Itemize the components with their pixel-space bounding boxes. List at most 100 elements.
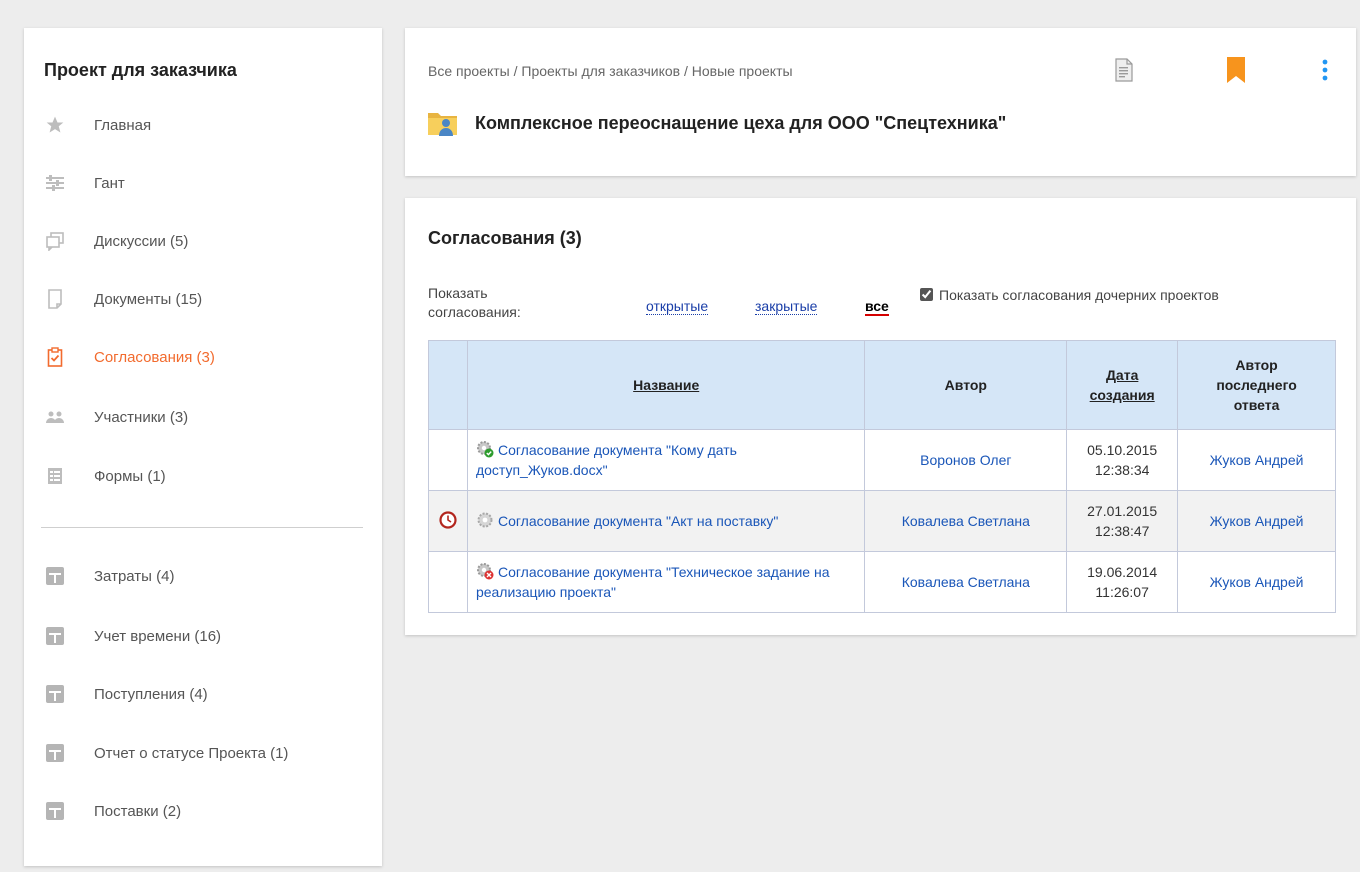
documents-icon	[44, 288, 66, 310]
project-header: Все проекты / Проекты для заказчиков / Н…	[405, 28, 1356, 176]
approval-link[interactable]: Согласование документа "Техническое зада…	[476, 564, 830, 600]
filter-all-link[interactable]: все	[865, 298, 889, 316]
last-author-cell: Жуков Андрей	[1177, 490, 1336, 552]
sidebar-item-members[interactable]: Участники (3)	[44, 403, 188, 431]
approval-link[interactable]: Согласование документа "Кому дать доступ…	[476, 442, 737, 478]
last-author-link[interactable]: Жуков Андрей	[1210, 574, 1304, 590]
breadcrumb-separator: /	[509, 63, 522, 79]
child-projects-label: Показать согласования дочерних проектов	[939, 287, 1219, 303]
last-author-link[interactable]: Жуков Андрей	[1210, 513, 1304, 529]
header-created-line1: Дата	[1105, 367, 1139, 383]
sidebar: Проект для заказчика Главная Гант Дискус…	[24, 28, 382, 866]
filter-closed-link[interactable]: закрытые	[755, 298, 818, 315]
project-title: Комплексное переоснащение цеха для ООО "…	[475, 112, 1007, 133]
header-created-line2: создания	[1089, 387, 1155, 403]
breadcrumb-client-projects[interactable]: Проекты для заказчиков	[521, 63, 680, 79]
filter-open-link[interactable]: открытые	[646, 298, 709, 315]
author-link[interactable]: Воронов Олег	[920, 452, 1011, 468]
new-document-button[interactable]	[1112, 56, 1136, 88]
bookmark-button[interactable]	[1224, 56, 1248, 88]
table-icon	[44, 625, 66, 647]
sidebar-item-label: Учет времени (16)	[94, 627, 222, 645]
time-value: 11:26:07	[1095, 584, 1149, 600]
sidebar-item-status-report[interactable]: Отчет о статусе Проекта (1)	[44, 739, 288, 767]
name-cell: Согласование документа "Кому дать доступ…	[466, 429, 866, 491]
sidebar-item-deliveries[interactable]: Поставки (2)	[44, 797, 181, 825]
header-last-author-line2: последнего	[1216, 377, 1297, 393]
time-value: 12:38:47	[1094, 523, 1150, 539]
new-document-icon	[1115, 57, 1133, 87]
table-row: Согласование документа "Кому дать доступ…	[428, 429, 1336, 491]
header-last-author-line1: Автор	[1235, 357, 1278, 373]
sidebar-item-costs[interactable]: Затраты (4)	[44, 562, 174, 590]
filter-label: Показать согласования:	[428, 285, 521, 320]
approvals-table: Название Автор Дата создания Автор послед…	[428, 340, 1336, 613]
header-name[interactable]: Название	[466, 340, 866, 430]
sidebar-item-home[interactable]: Главная	[44, 111, 151, 139]
approvals-title: Согласования (3)	[428, 228, 582, 248]
more-menu-button[interactable]	[1313, 56, 1337, 88]
header-last-author-line3: ответа	[1233, 397, 1280, 413]
breadcrumb-new-projects[interactable]: Новые проекты	[692, 63, 793, 79]
project-title-row: Комплексное переоснащение цеха для ООО "…	[427, 108, 1006, 138]
sidebar-item-documents[interactable]: Документы (15)	[44, 285, 202, 313]
author-link[interactable]: Ковалева Светлана	[902, 513, 1030, 529]
approvals-panel: Согласования (3) Показать согласования: …	[405, 198, 1356, 635]
sidebar-item-label: Участники (3)	[94, 408, 189, 426]
sidebar-title: Проект для заказчика	[44, 60, 237, 80]
name-cell: Согласование документа "Акт на поставку"	[466, 490, 866, 552]
project-folder-icon	[427, 108, 459, 138]
sidebar-item-discussions[interactable]: Дискуссии (5)	[44, 227, 188, 255]
overdue-clock-icon	[439, 510, 457, 532]
date-value: 19.06.2014	[1087, 564, 1158, 580]
table-row: Согласование документа "Техническое зада…	[428, 551, 1336, 613]
sidebar-item-time-tracking[interactable]: Учет времени (16)	[44, 622, 221, 650]
table-header-row: Название Автор Дата создания Автор послед…	[428, 340, 1336, 430]
sort-by-name-link[interactable]: Название	[633, 377, 699, 393]
name-cell: Согласование документа "Техническое зада…	[466, 551, 866, 613]
breadcrumb: Все проекты / Проекты для заказчиков / Н…	[428, 63, 793, 79]
author-cell: Воронов Олег	[864, 429, 1068, 491]
table-row: Согласование документа "Акт на поставку"…	[428, 490, 1336, 552]
sidebar-item-income[interactable]: Поступления (4)	[44, 680, 208, 708]
sort-by-date-link[interactable]: Дата создания	[1090, 367, 1155, 403]
header-icon-cell	[428, 340, 468, 430]
date-value: 27.01.2015	[1087, 503, 1158, 519]
table-icon	[44, 800, 66, 822]
row-icon-cell	[428, 551, 468, 613]
more-vert-icon	[1322, 58, 1328, 87]
breadcrumb-separator: /	[680, 63, 692, 79]
approval-link[interactable]: Согласование документа "Акт на поставку"	[498, 513, 778, 529]
row-icon-cell	[428, 429, 468, 491]
sidebar-item-label: Документы (15)	[94, 290, 203, 308]
last-author-cell: Жуков Андрей	[1177, 429, 1336, 491]
sidebar-item-label: Дискуссии (5)	[94, 232, 189, 250]
child-projects-toggle[interactable]: Показать согласования дочерних проектов	[920, 285, 1260, 306]
date-cell: 05.10.2015 12:38:34	[1066, 429, 1179, 491]
author-link[interactable]: Ковалева Светлана	[902, 574, 1030, 590]
header-author: Автор	[864, 340, 1068, 430]
header-created[interactable]: Дата создания	[1066, 340, 1179, 430]
child-projects-checkbox[interactable]	[920, 288, 933, 301]
last-author-link[interactable]: Жуков Андрей	[1210, 452, 1304, 468]
sidebar-item-gantt[interactable]: Гант	[44, 169, 125, 197]
author-cell: Ковалева Светлана	[864, 551, 1068, 613]
in-progress-gear-icon	[476, 511, 494, 529]
table-icon	[44, 565, 66, 587]
forms-icon	[44, 465, 66, 487]
approvals-icon	[44, 346, 66, 368]
members-icon	[44, 406, 66, 428]
row-icon-cell	[428, 490, 468, 552]
last-author-cell: Жуков Андрей	[1177, 551, 1336, 613]
date-cell: 19.06.2014 11:26:07	[1066, 551, 1179, 613]
approved-gear-icon	[476, 440, 494, 458]
gantt-icon	[44, 172, 66, 194]
breadcrumb-all-projects[interactable]: Все проекты	[428, 63, 510, 79]
sidebar-item-label: Главная	[94, 116, 152, 134]
author-cell: Ковалева Светлана	[864, 490, 1068, 552]
sidebar-item-approvals[interactable]: Согласования (3)	[44, 343, 215, 371]
sidebar-item-forms[interactable]: Формы (1)	[44, 462, 166, 490]
bookmark-icon	[1226, 56, 1246, 88]
sidebar-item-label: Формы (1)	[94, 467, 166, 485]
date-value: 05.10.2015	[1087, 442, 1158, 458]
